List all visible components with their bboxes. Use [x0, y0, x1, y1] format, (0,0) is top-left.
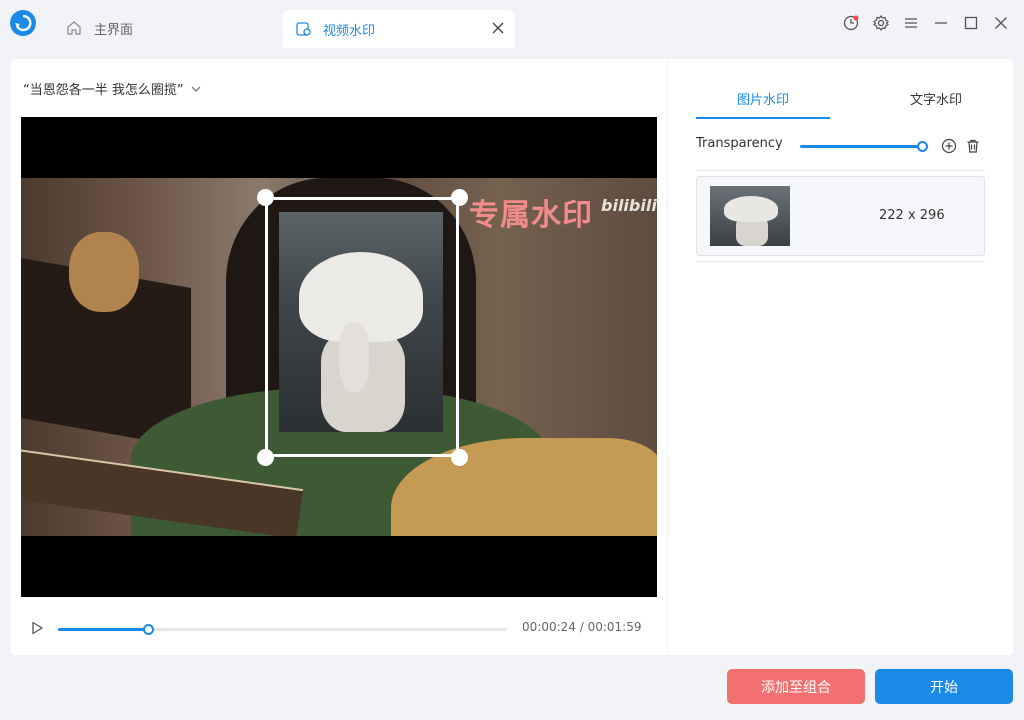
window-close-icon[interactable]: [992, 14, 1010, 32]
trash-icon[interactable]: [965, 138, 981, 154]
start-button[interactable]: 开始: [875, 669, 1013, 704]
watermark-list-item[interactable]: 222 x 296: [696, 176, 985, 256]
teddy-bear-shape: [69, 232, 139, 312]
maximize-icon[interactable]: [962, 14, 980, 32]
resize-handle-bottom-right[interactable]: [451, 449, 468, 466]
chevron-down-icon: [191, 86, 201, 92]
add-to-combination-button[interactable]: 添加至组合: [727, 669, 865, 704]
time-display: 00:00:24 / 00:01:59: [522, 620, 642, 634]
progress-knob[interactable]: [142, 624, 154, 635]
resize-handle-top-left[interactable]: [257, 189, 274, 206]
file-title-dropdown[interactable]: “当恩怨各一半 我怎么圈揽”: [23, 79, 202, 98]
tab-video-watermark[interactable]: 视频水印: [283, 10, 515, 48]
transparency-knob[interactable]: [917, 141, 928, 152]
resize-handle-top-right[interactable]: [451, 189, 468, 206]
watermark-small-text: bilibili: [601, 196, 657, 215]
file-title-text: “当恩怨各一半 我怎么圈揽”: [23, 83, 184, 98]
tab-text-watermark[interactable]: 文字水印: [878, 89, 994, 108]
watermark-size: 222 x 296: [879, 208, 945, 223]
transparency-row: Transparency: [696, 136, 986, 156]
add-circle-icon[interactable]: [941, 138, 957, 154]
tab-home-label: 主界面: [94, 22, 134, 38]
resize-handle-bottom-left[interactable]: [257, 449, 274, 466]
menu-icon[interactable]: [902, 14, 920, 32]
tab-home[interactable]: 主界面: [58, 10, 278, 46]
gear-icon[interactable]: [872, 14, 890, 32]
progress-slider[interactable]: [58, 624, 507, 635]
app-logo-icon: [10, 10, 36, 36]
progress-fill: [58, 628, 148, 631]
transparency-label: Transparency: [696, 136, 783, 151]
thumbnail-head-shape: [724, 196, 778, 222]
transparency-fill: [800, 145, 922, 148]
video-watermark-icon: [296, 22, 311, 36]
history-icon[interactable]: [842, 14, 860, 32]
watermark-settings-panel: 图片水印 文字水印 Transparency 222 x 296: [668, 59, 1013, 655]
tab-image-watermark[interactable]: 图片水印: [696, 89, 830, 108]
title-bar: 主界面 视频水印: [0, 0, 1024, 48]
active-tab-indicator: [696, 117, 830, 119]
divider: [696, 261, 985, 262]
window-controls: [842, 14, 1010, 32]
play-icon[interactable]: [29, 620, 45, 636]
watermark-thumbnail: [710, 186, 790, 246]
video-preview[interactable]: 专属水印 bilibili: [21, 117, 657, 597]
home-icon: [67, 21, 81, 35]
minimize-icon[interactable]: [932, 14, 950, 32]
player-controls: 00:00:24 / 00:01:59: [21, 615, 657, 643]
divider: [696, 170, 985, 171]
preview-panel: “当恩怨各一半 我怎么圈揽” 专属水印 bilibili 00:00:24 / …: [11, 59, 667, 655]
transparency-slider[interactable]: [800, 141, 928, 152]
watermark-selection-box[interactable]: [265, 197, 459, 457]
tab-video-watermark-label: 视频水印: [323, 23, 376, 39]
watermark-text: 专属水印: [469, 198, 593, 233]
close-icon[interactable]: [491, 21, 505, 35]
